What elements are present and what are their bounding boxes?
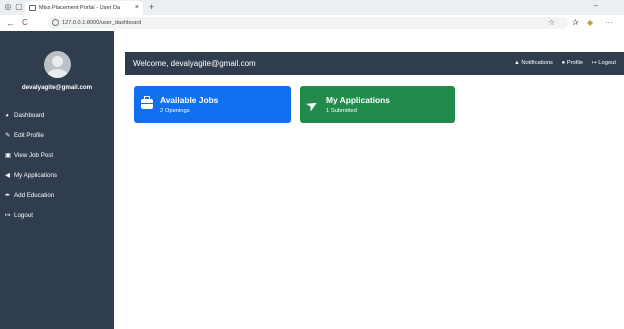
sign-out-icon: ↦ [5,212,11,219]
card-title: Available Jobs [160,95,219,105]
sidebar-item-my-applications[interactable]: ◀ My Applications [5,165,57,185]
favorites-icon[interactable]: ✰ [572,18,579,28]
active-tab[interactable]: Miss Placement Portal - User Da × [25,1,143,15]
profile-label: Profile [566,60,584,66]
sidebar-item-add-education[interactable]: ✒ Add Education [5,185,57,205]
browser-chrome: ◎ ▢ Miss Placement Portal - User Da × + … [0,0,624,31]
welcome-message: Welcome, devalyagite@gmail.com [133,59,256,68]
more-menu-icon[interactable]: ··· [605,18,613,28]
available-jobs-card[interactable]: Available Jobs 2 Openings [134,86,291,123]
favorite-star-icon[interactable]: ☆ [548,18,555,28]
user-icon: ● [561,60,566,66]
my-applications-card[interactable]: ➤ My Applications 1 Submitted [300,86,455,123]
sidebar-item-label: Edit Profile [14,131,44,139]
sidebar-item-label: Add Education [14,191,55,199]
minimize-button[interactable]: – [594,1,598,10]
pen-icon: ✒ [5,192,11,199]
notifications-link[interactable]: ▲ Notifications [514,60,553,66]
sidebar-user-email: devalyagite@gmail.com [21,84,93,91]
paper-plane-icon: ◀ [5,172,10,179]
workspaces-icon[interactable]: ◎ [3,2,13,12]
address-bar[interactable]: 127.0.0.1:8000/user_dashboard [48,17,568,29]
user-edit-icon: ✎ [5,132,11,139]
top-nav-links: ▲ Notifications ● Profile ↦ Logout [507,52,616,75]
profile-link[interactable]: ● Profile [562,60,584,66]
logout-label: Logout [598,60,616,66]
sign-out-icon: ↦ [591,60,597,66]
tab-strip: ◎ ▢ Miss Placement Portal - User Da × + … [0,0,624,15]
card-subtitle: 2 Openings [160,108,190,114]
url-text: 127.0.0.1:8000/user_dashboard [62,20,142,26]
briefcase-icon: ▣ [5,152,12,159]
paper-plane-icon: ➤ [302,95,321,115]
notifications-label: Notifications [521,60,553,66]
card-subtitle: 1 Submitted [326,108,357,114]
extensions-icon[interactable]: ◆ [587,18,593,28]
tachometer-icon: ◕ [5,111,9,119]
logout-link[interactable]: ↦ Logout [592,60,616,66]
sidebar: devalyagite@gmail.com ◕ Dashboard ✎ Edit… [0,31,114,329]
sidebar-item-dashboard[interactable]: ◕ Dashboard [5,105,57,125]
briefcase-icon [141,96,153,109]
sidebar-item-edit-profile[interactable]: ✎ Edit Profile [5,125,57,145]
avatar [44,51,71,78]
page-favicon-icon [29,5,36,11]
tab-actions-icon[interactable]: ▢ [14,2,24,12]
sidebar-item-logout[interactable]: ↦ Logout [5,205,57,225]
back-button[interactable]: ← [6,17,15,29]
top-navbar: Welcome, devalyagite@gmail.com ▲ Notific… [125,52,624,75]
sidebar-item-view-job-post[interactable]: ▣ View Job Post [5,145,57,165]
tab-close-icon[interactable]: × [135,1,139,15]
card-title: My Applications [326,95,390,105]
reload-button[interactable]: C [22,17,28,29]
address-row: ← C 127.0.0.1:8000/user_dashboard ☆ ✰ ◆ … [0,15,624,31]
sidebar-menu: ◕ Dashboard ✎ Edit Profile ▣ View Job Po… [5,105,57,225]
sidebar-item-label: View Job Post [14,151,54,159]
bell-icon: ▲ [514,60,520,66]
new-tab-button[interactable]: + [149,1,154,13]
tab-title: Miss Placement Portal - User Da [39,5,121,11]
sidebar-item-label: Dashboard [14,111,45,119]
site-info-icon[interactable] [52,19,59,26]
sidebar-item-label: Logout [14,211,33,219]
sidebar-item-label: My Applications [14,171,57,179]
